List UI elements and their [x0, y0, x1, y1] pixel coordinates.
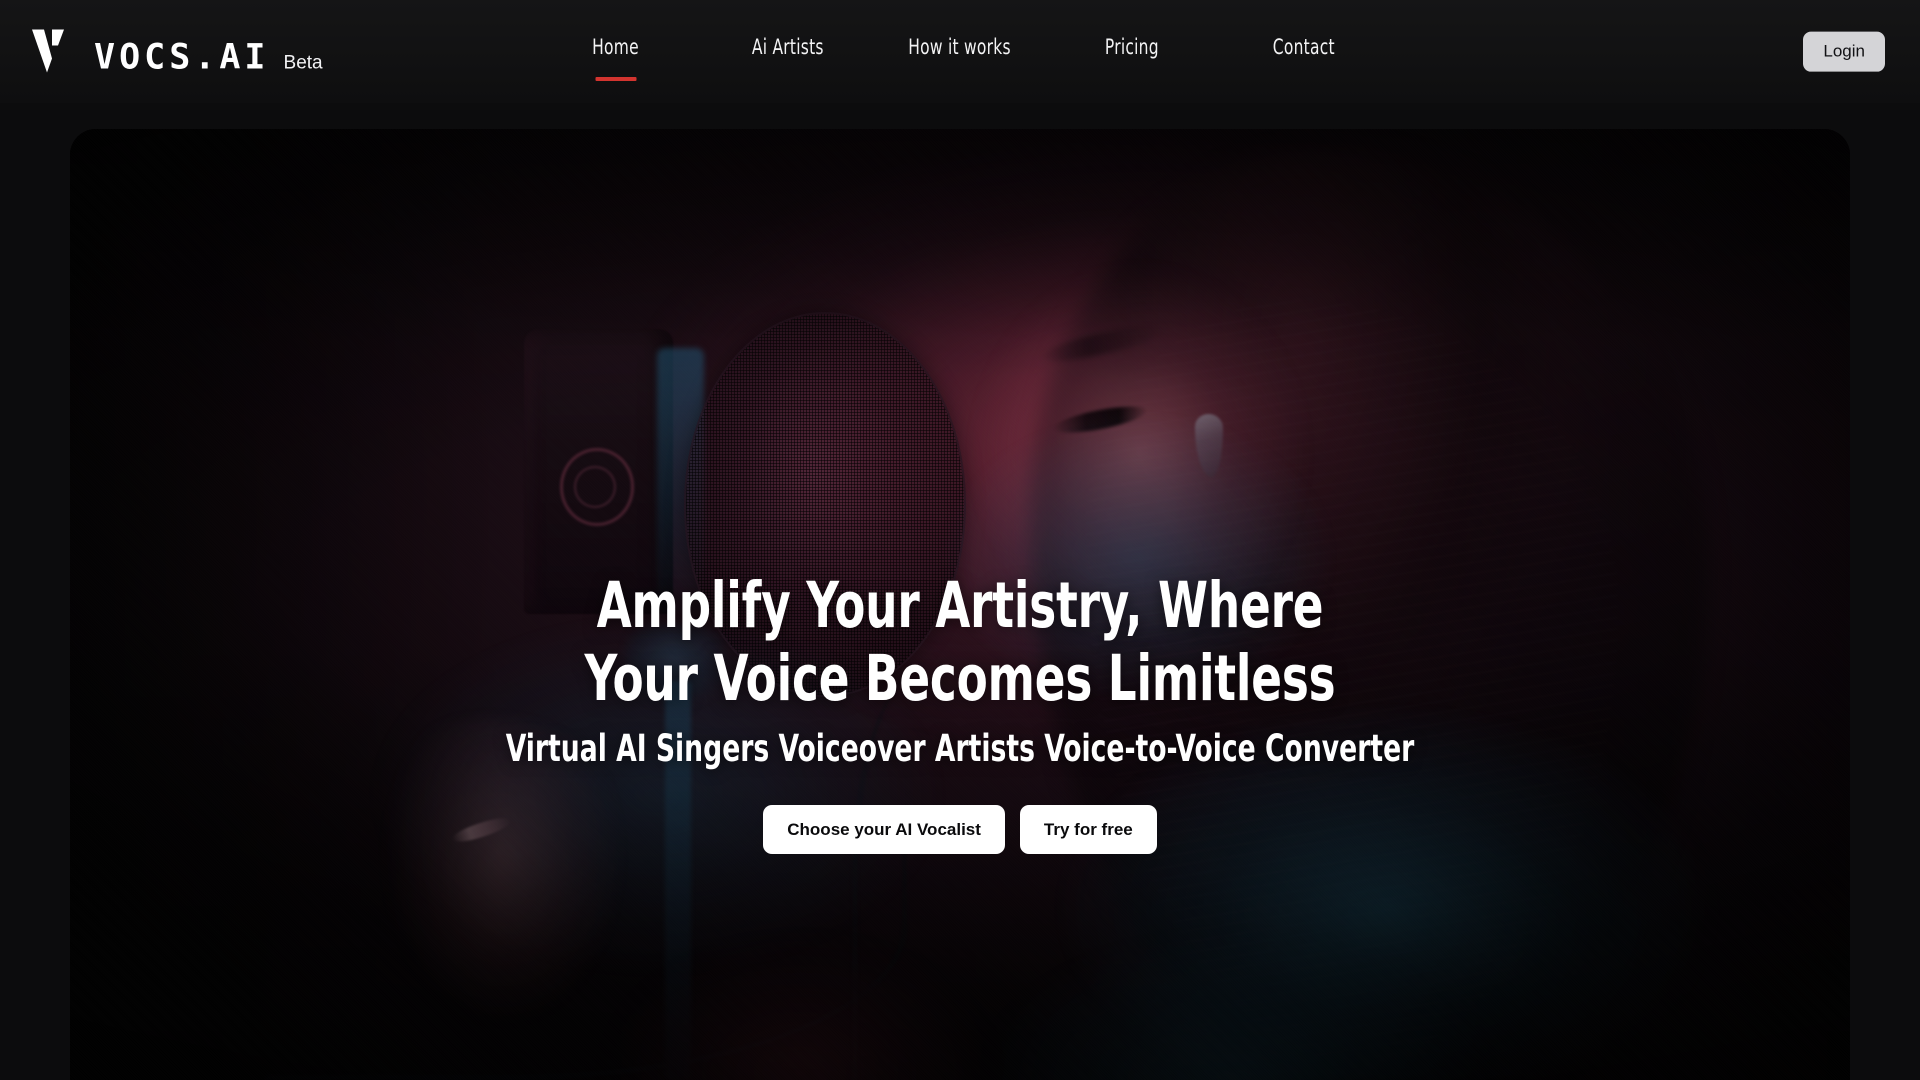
hero-cta-row: Choose your AI Vocalist Try for free	[70, 804, 1850, 854]
login-button[interactable]: Login	[1803, 31, 1885, 72]
nav-item-label: Home	[592, 35, 640, 59]
nav-item-label: Ai Artists	[752, 35, 824, 59]
nav-item-label: Pricing	[1105, 35, 1159, 59]
hero-image-panel: Amplify Your Artistry, Where Your Voice …	[70, 129, 1850, 1080]
active-nav-underline	[595, 77, 637, 81]
nav-item-label: Contact	[1272, 35, 1335, 59]
nav-item-how-it-works[interactable]: How it works	[874, 0, 1046, 103]
nav-item-home[interactable]: Home	[530, 0, 702, 103]
nav-item-contact[interactable]: Contact	[1218, 0, 1390, 103]
brand-beta-badge: Beta	[283, 52, 323, 73]
choose-ai-vocalist-button[interactable]: Choose your AI Vocalist	[763, 804, 1005, 854]
try-for-free-button[interactable]: Try for free	[1019, 804, 1157, 854]
v-logo-mark-icon	[30, 26, 82, 77]
nav-item-pricing[interactable]: Pricing	[1046, 0, 1218, 103]
brand-logo[interactable]: VOCS.AI Beta	[30, 26, 323, 77]
site-header: VOCS.AI Beta Home Ai Artists How it work…	[0, 0, 1920, 103]
hero-copy-block: Amplify Your Artistry, Where Your Voice …	[70, 569, 1850, 854]
hero-headline-line-2: Your Voice Becomes Limitless	[584, 642, 1336, 716]
brand-wordmark: VOCS.AI	[94, 37, 270, 77]
nav-item-label: How it works	[908, 35, 1012, 59]
hero-subheadline: Virtual AI Singers Voiceover Artists Voi…	[505, 727, 1415, 771]
nav-item-ai-artists[interactable]: Ai Artists	[702, 0, 874, 103]
hero-section: Amplify Your Artistry, Where Your Voice …	[0, 103, 1920, 1080]
hero-headline-line-1: Amplify Your Artistry, Where	[596, 569, 1324, 642]
main-navigation: Home Ai Artists How it works Pricing Con…	[530, 0, 1390, 103]
